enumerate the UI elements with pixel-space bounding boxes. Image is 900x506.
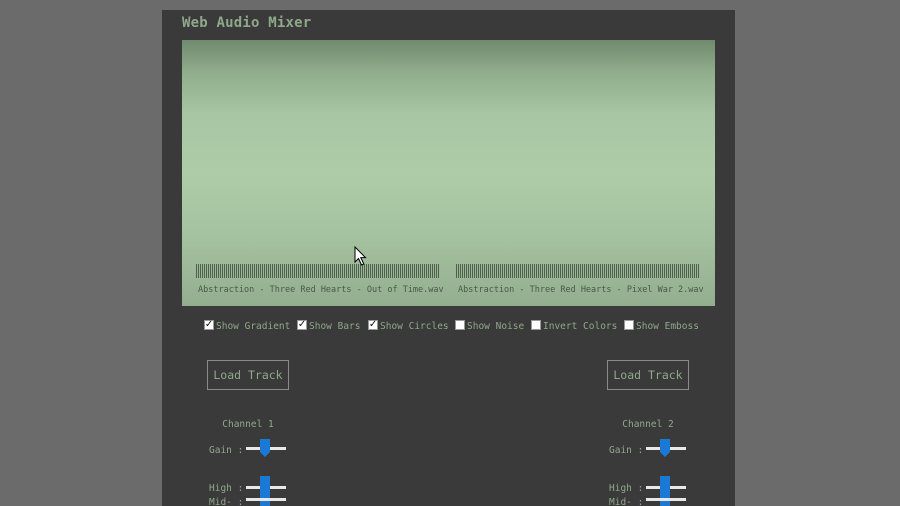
track-1-filename: Abstraction - Three Red Hearts - Out of … xyxy=(198,285,444,295)
channel-1-mid-label: Mid- : xyxy=(209,497,244,506)
channel-1-mid-slider-track[interactable] xyxy=(246,498,286,501)
option-show-noise[interactable]: Show Noise xyxy=(455,319,525,332)
show-noise-label: Show Noise xyxy=(467,321,525,332)
show-gradient-label: Show Gradient xyxy=(216,321,291,332)
mouse-cursor-icon xyxy=(354,246,367,266)
show-bars-checkbox[interactable]: ✓ xyxy=(297,319,307,330)
waveform-track-1 xyxy=(196,264,440,278)
mixer-panel: Web Audio Mixer Abstraction - Three Red … xyxy=(162,10,735,506)
visualizer-canvas: Abstraction - Three Red Hearts - Out of … xyxy=(182,40,715,306)
show-emboss-label: Show Emboss xyxy=(636,321,699,332)
option-show-bars[interactable]: ✓ Show Bars xyxy=(297,319,361,332)
show-emboss-checkbox[interactable] xyxy=(624,319,634,330)
waveform-track-2 xyxy=(456,264,700,278)
option-show-circles[interactable]: ✓ Show Circles xyxy=(368,319,449,332)
channel-2-mid-label: Mid- : xyxy=(609,497,644,506)
show-circles-label: Show Circles xyxy=(380,321,449,332)
show-bars-label: Show Bars xyxy=(309,321,361,332)
invert-colors-label: Invert Colors xyxy=(543,321,618,332)
channel-1-title: Channel 1 xyxy=(222,419,274,430)
option-invert-colors[interactable]: Invert Colors xyxy=(531,319,618,332)
invert-colors-checkbox[interactable] xyxy=(531,319,541,330)
track-2-filename: Abstraction - Three Red Hearts - Pixel W… xyxy=(458,285,704,295)
show-gradient-checkbox[interactable]: ✓ xyxy=(204,319,214,330)
show-noise-checkbox[interactable] xyxy=(455,319,465,330)
channel-1-gain-label: Gain : xyxy=(209,445,244,456)
gain-slider-thumb[interactable] xyxy=(260,439,270,457)
app-title: Web Audio Mixer xyxy=(182,15,312,31)
high-slider-thumb[interactable] xyxy=(660,476,670,506)
load-track-button-2[interactable]: Load Track xyxy=(607,360,689,390)
option-show-emboss[interactable]: Show Emboss xyxy=(624,319,699,332)
channel-2-high-label: High : xyxy=(609,483,644,494)
channel-2-mid-slider-track[interactable] xyxy=(646,498,686,501)
option-show-gradient[interactable]: ✓ Show Gradient xyxy=(204,319,291,332)
show-circles-checkbox[interactable]: ✓ xyxy=(368,319,378,330)
gain-slider-thumb[interactable] xyxy=(660,439,670,457)
channel-2-gain-label: Gain : xyxy=(609,445,644,456)
channel-2-title: Channel 2 xyxy=(622,419,674,430)
load-track-button-1[interactable]: Load Track xyxy=(207,360,289,390)
high-slider-thumb[interactable] xyxy=(260,476,270,506)
channel-1-high-label: High : xyxy=(209,483,244,494)
